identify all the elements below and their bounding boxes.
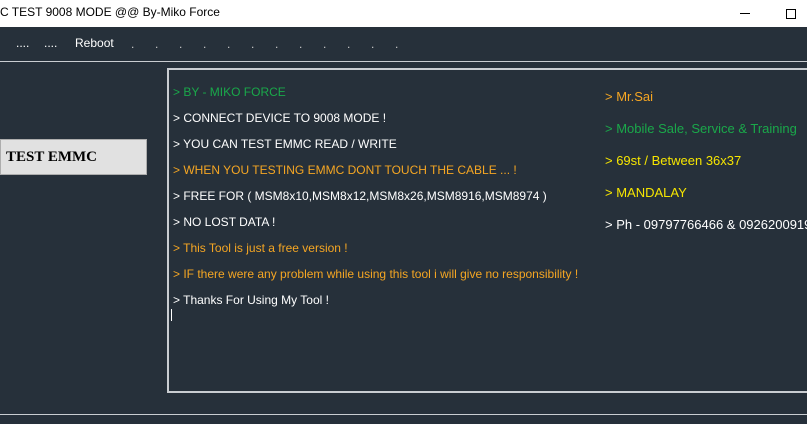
menu-item-1[interactable]: .... [16, 36, 29, 50]
log-line: > CONNECT DEVICE TO 9008 MODE ! [173, 111, 387, 125]
window-title: C TEST 9008 MODE @@ By-Miko Force [0, 5, 220, 19]
menu-dot[interactable]: . [203, 37, 206, 51]
menu-dot[interactable]: . [395, 37, 398, 51]
menu-dot[interactable]: . [179, 37, 182, 51]
text-caret [171, 309, 172, 321]
log-line: > BY - MIKO FORCE [173, 85, 286, 99]
top-divider [0, 61, 807, 62]
info-line: > Ph - 09797766466 & 09262009191 [605, 217, 807, 232]
log-line: > FREE FOR ( MSM8x10,MSM8x12,MSM8x26,MSM… [173, 189, 547, 203]
info-line: > Mr.Sai [605, 89, 654, 104]
minimize-button[interactable] [722, 0, 768, 27]
info-line: > MANDALAY [605, 185, 687, 200]
menu-dot[interactable]: . [155, 37, 158, 51]
menu-item-2[interactable]: .... [44, 36, 57, 50]
menu-dot[interactable]: . [131, 37, 134, 51]
log-line: > This Tool is just a free version ! [173, 241, 348, 255]
info-line: > 69st / Between 36x37 [605, 153, 742, 168]
menu-item-reboot[interactable]: Reboot [75, 36, 114, 50]
test-emmc-button[interactable]: TEST EMMC [0, 139, 147, 175]
menu-dot[interactable]: . [299, 37, 302, 51]
log-line: > YOU CAN TEST EMMC READ / WRITE [173, 137, 397, 151]
log-line: > Thanks For Using My Tool ! [173, 293, 329, 307]
minimize-icon [740, 13, 750, 14]
menu-dot[interactable]: . [251, 37, 254, 51]
bottom-divider [0, 414, 807, 415]
info-line: > Mobile Sale, Service & Training [605, 121, 797, 136]
title-bar: C TEST 9008 MODE @@ By-Miko Force [0, 0, 807, 27]
log-line: > NO LOST DATA ! [173, 215, 276, 229]
menu-dot[interactable]: . [227, 37, 230, 51]
maximize-icon [786, 8, 796, 19]
maximize-button[interactable] [768, 0, 807, 27]
menu-dot[interactable]: . [347, 37, 350, 51]
log-line: > WHEN YOU TESTING EMMC DONT TOUCH THE C… [173, 163, 517, 177]
menu-dot[interactable]: . [371, 37, 374, 51]
menu-dot[interactable]: . [275, 37, 278, 51]
menu-dot[interactable]: . [323, 37, 326, 51]
log-panel[interactable]: > BY - MIKO FORCE > CONNECT DEVICE TO 90… [167, 68, 807, 393]
log-line: > IF there were any problem while using … [173, 267, 579, 281]
menu-bar: .... .... Reboot . . . . . . . . . . . . [0, 27, 807, 60]
